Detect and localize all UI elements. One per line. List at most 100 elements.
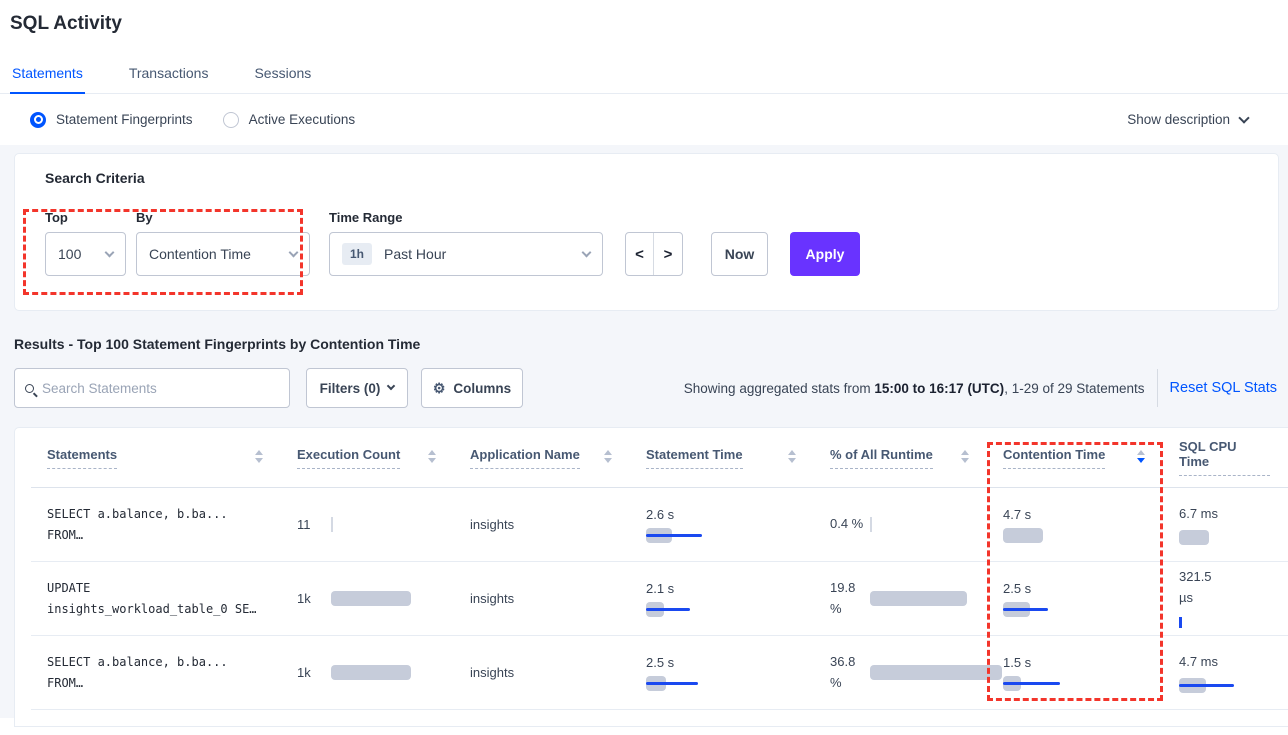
time-next-button[interactable]: > <box>654 233 682 275</box>
time-range-label: Time Range <box>329 210 603 225</box>
sort-down-arrow <box>961 458 969 463</box>
search-criteria-panel: Search Criteria Top 100 By Contention Ti… <box>14 153 1279 311</box>
execution-count-value: 1k <box>297 591 327 606</box>
sql-cpu-time-value: 4.7 ms <box>1179 652 1227 673</box>
tab-statements[interactable]: Statements <box>10 59 85 93</box>
time-prev-button[interactable]: < <box>626 233 654 275</box>
chevron-down-icon <box>1238 112 1249 123</box>
sort-icon[interactable] <box>961 450 969 463</box>
execution-count-value: 1k <box>297 665 327 680</box>
view-toggle-row: Statement Fingerprints Active Executions… <box>0 94 1288 145</box>
sql-cpu-time-cell: 321.5 µs <box>1163 567 1288 630</box>
column-header-application-name[interactable]: Application Name <box>454 447 630 469</box>
column-header-statements[interactable]: Statements <box>31 447 281 469</box>
chevron-down-icon <box>105 247 115 257</box>
sql-cpu-time-cell: 6.7 ms <box>1163 504 1288 546</box>
statement-time-value: 2.5 s <box>646 655 798 670</box>
column-header-sql-cpu-time[interactable]: SQL CPU Time <box>1163 439 1288 476</box>
pct-runtime-bar-tick <box>870 517 872 532</box>
columns-button[interactable]: ⚙ Columns <box>421 368 523 408</box>
table-row[interactable]: SELECT a.balance, b.ba...FROM…1kinsights… <box>31 636 1288 710</box>
sql-cpu-time-bar-tick <box>1179 617 1182 628</box>
contention-time-bar <box>1003 676 1123 691</box>
pct-runtime-cell: 19.8 % <box>814 578 987 620</box>
by-select[interactable]: Contention Time <box>136 232 310 276</box>
chevron-left-icon: < <box>635 246 644 263</box>
table-row[interactable]: SELECT a.balance, b.ba...FROM… 11 insights… <box>31 488 1288 562</box>
execution-count-value: 11 <box>297 517 327 532</box>
pct-runtime-cell: 36.8 % <box>814 652 987 694</box>
columns-label: Columns <box>453 381 511 396</box>
sort-icon[interactable] <box>788 450 796 463</box>
execution-count-bar-total <box>331 591 411 606</box>
statement-time-bar <box>646 602 766 617</box>
statement-time-bar <box>646 528 766 543</box>
column-header-of-all-runtime[interactable]: % of All Runtime <box>814 447 987 469</box>
statement-time-value: 2.1 s <box>646 581 798 596</box>
pct-runtime-bar-total <box>870 591 967 606</box>
execution-count-bar-tick <box>331 517 333 532</box>
sql-cpu-time-bar-line <box>1179 684 1234 687</box>
show-description-toggle[interactable]: Show description <box>1127 112 1248 127</box>
radio-label: Active Executions <box>249 112 356 127</box>
statement-time-cell: 2.5 s <box>630 655 814 691</box>
statement-cell[interactable]: UPDATEinsights_workload_table_0 SE… <box>31 578 281 619</box>
sort-up-arrow <box>788 450 796 455</box>
tab-transactions[interactable]: Transactions <box>127 59 211 93</box>
filters-button[interactable]: Filters (0) <box>306 368 408 408</box>
execution-count-bar <box>331 517 438 532</box>
application-name-value: insights <box>470 517 614 532</box>
column-header-execution-count[interactable]: Execution Count <box>281 447 454 469</box>
contention-time-bar-total <box>1003 528 1043 543</box>
statement-cell[interactable]: SELECT a.balance, b.ba...FROM… <box>31 504 281 545</box>
radio-active-executions[interactable]: Active Executions <box>223 112 356 128</box>
column-header-label: Contention Time <box>1003 447 1105 469</box>
column-header-contention-time[interactable]: Contention Time <box>987 447 1163 469</box>
results-heading: Results - Top 100 Statement Fingerprints… <box>14 336 1288 352</box>
sort-icon[interactable] <box>604 450 612 463</box>
time-range-value: Past Hour <box>384 246 446 262</box>
sql-cpu-time-value: 6.7 ms <box>1179 504 1227 525</box>
execution-count-bar <box>331 665 438 680</box>
execution-count-cell: 1k <box>281 591 454 606</box>
column-header-label: Application Name <box>470 447 580 469</box>
column-header-label: SQL CPU Time <box>1179 439 1270 476</box>
pct-runtime-bar <box>870 517 971 532</box>
search-criteria-title: Search Criteria <box>45 170 1278 186</box>
table-row[interactable]: UPDATEinsights_workload_table_0 SE…1kins… <box>31 562 1288 636</box>
statement-line1: UPDATE <box>47 578 265 598</box>
sql-cpu-time-bar-total <box>1179 530 1209 545</box>
statement-time-bar <box>646 676 766 691</box>
apply-button[interactable]: Apply <box>790 232 860 276</box>
time-range-badge: 1h <box>342 243 372 265</box>
pct-runtime-value: 0.4 % <box>830 514 866 535</box>
sort-icon[interactable] <box>255 450 263 463</box>
statement-cell[interactable]: SELECT a.balance, b.ba...FROM… <box>31 652 281 693</box>
statements-table: StatementsExecution Count Application Nam… <box>14 427 1288 727</box>
tab-bar: Statements Transactions Sessions <box>0 59 1288 94</box>
search-statements-box[interactable] <box>14 368 290 408</box>
pct-runtime-bar-total <box>870 665 1002 680</box>
sql-cpu-time-bar <box>1179 615 1288 630</box>
now-button[interactable]: Now <box>711 232 768 276</box>
reset-sql-stats-link[interactable]: Reset SQL Stats <box>1170 380 1277 396</box>
by-select-value: Contention Time <box>149 246 251 262</box>
chevron-down-icon <box>289 247 299 257</box>
sort-icon[interactable] <box>1137 450 1145 463</box>
statement-line1: SELECT a.balance, b.ba... <box>47 652 265 672</box>
sql-cpu-time-bar <box>1179 678 1288 693</box>
radio-statement-fingerprints[interactable]: Statement Fingerprints <box>30 112 193 128</box>
statement-time-value: 2.6 s <box>646 507 798 522</box>
top-select[interactable]: 100 <box>45 232 126 276</box>
contention-time-bar <box>1003 602 1123 617</box>
sort-icon[interactable] <box>428 450 436 463</box>
search-statements-input[interactable] <box>42 381 279 396</box>
column-header-statement-time[interactable]: Statement Time <box>630 447 814 469</box>
execution-count-cell: 1k <box>281 665 454 680</box>
time-range-select[interactable]: 1h Past Hour <box>329 232 603 276</box>
tab-sessions[interactable]: Sessions <box>252 59 313 93</box>
pct-runtime-cell: 0.4 % <box>814 514 987 535</box>
table-header-row: StatementsExecution Count Application Nam… <box>31 428 1288 488</box>
execution-count-cell: 11 <box>281 517 454 532</box>
statement-time-bar-line <box>646 534 702 537</box>
